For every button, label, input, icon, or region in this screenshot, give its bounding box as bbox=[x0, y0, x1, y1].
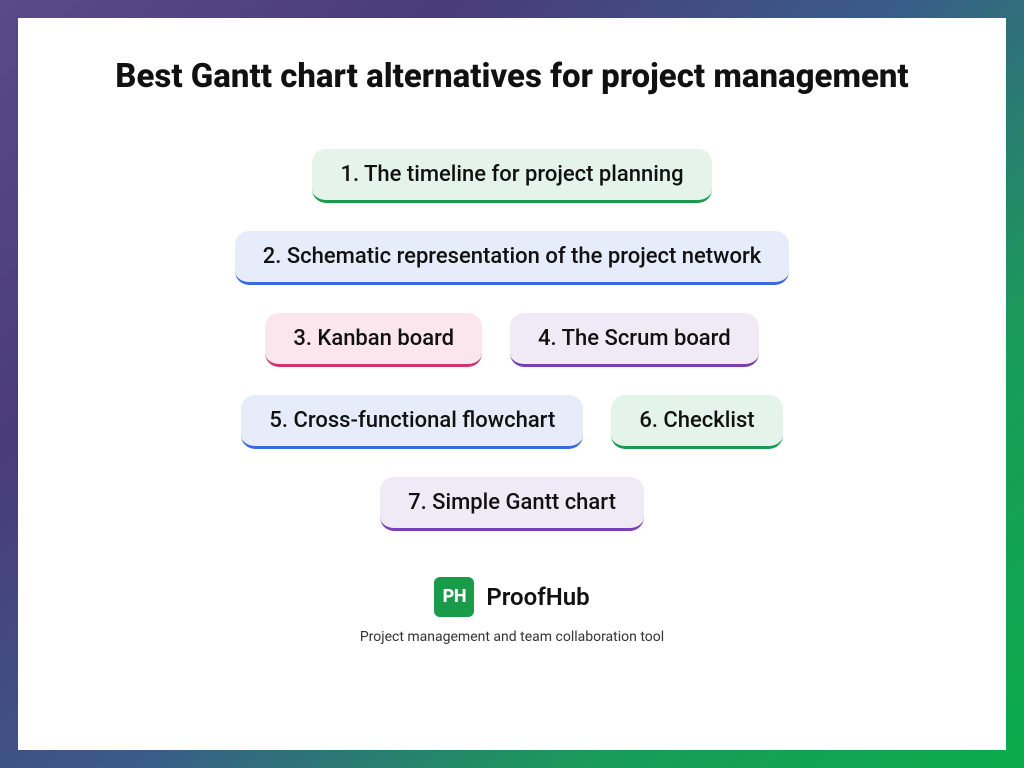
pill-label: 3. Kanban board bbox=[293, 326, 454, 351]
pill-kanban: 3. Kanban board bbox=[265, 313, 482, 367]
pill-label: 7. Simple Gantt chart bbox=[408, 490, 616, 515]
pill-simple-gantt: 7. Simple Gantt chart bbox=[380, 477, 644, 531]
pill-crossfunctional: 5. Cross-functional flowchart bbox=[241, 395, 583, 449]
pill-timeline: 1. The timeline for project planning bbox=[312, 149, 711, 203]
brand-badge-text: PH bbox=[443, 586, 466, 607]
pill-schematic: 2. Schematic representation of the proje… bbox=[235, 231, 789, 285]
row-1: 1. The timeline for project planning bbox=[312, 149, 711, 203]
row-5: 7. Simple Gantt chart bbox=[380, 477, 644, 531]
pill-label: 6. Checklist bbox=[639, 408, 754, 433]
brand-row: PH ProofHub bbox=[434, 577, 589, 617]
brand-block: PH ProofHub Project management and team … bbox=[360, 577, 664, 645]
brand-tagline: Project management and team collaboratio… bbox=[360, 629, 664, 645]
row-4: 5. Cross-functional flowchart 6. Checkli… bbox=[241, 395, 782, 449]
brand-badge-icon: PH bbox=[434, 577, 474, 617]
pill-label: 5. Cross-functional flowchart bbox=[269, 408, 555, 433]
pill-label: 2. Schematic representation of the proje… bbox=[263, 244, 761, 269]
pill-scrum: 4. The Scrum board bbox=[510, 313, 759, 367]
pill-rows: 1. The timeline for project planning 2. … bbox=[58, 149, 966, 531]
row-2: 2. Schematic representation of the proje… bbox=[235, 231, 789, 285]
white-canvas: Best Gantt chart alternatives for projec… bbox=[18, 18, 1006, 750]
gradient-frame: Best Gantt chart alternatives for projec… bbox=[0, 0, 1024, 768]
pill-checklist: 6. Checklist bbox=[611, 395, 782, 449]
page-title: Best Gantt chart alternatives for projec… bbox=[115, 56, 908, 99]
pill-label: 4. The Scrum board bbox=[538, 326, 731, 351]
row-3: 3. Kanban board 4. The Scrum board bbox=[265, 313, 758, 367]
brand-name: ProofHub bbox=[486, 583, 589, 611]
pill-label: 1. The timeline for project planning bbox=[340, 162, 683, 187]
